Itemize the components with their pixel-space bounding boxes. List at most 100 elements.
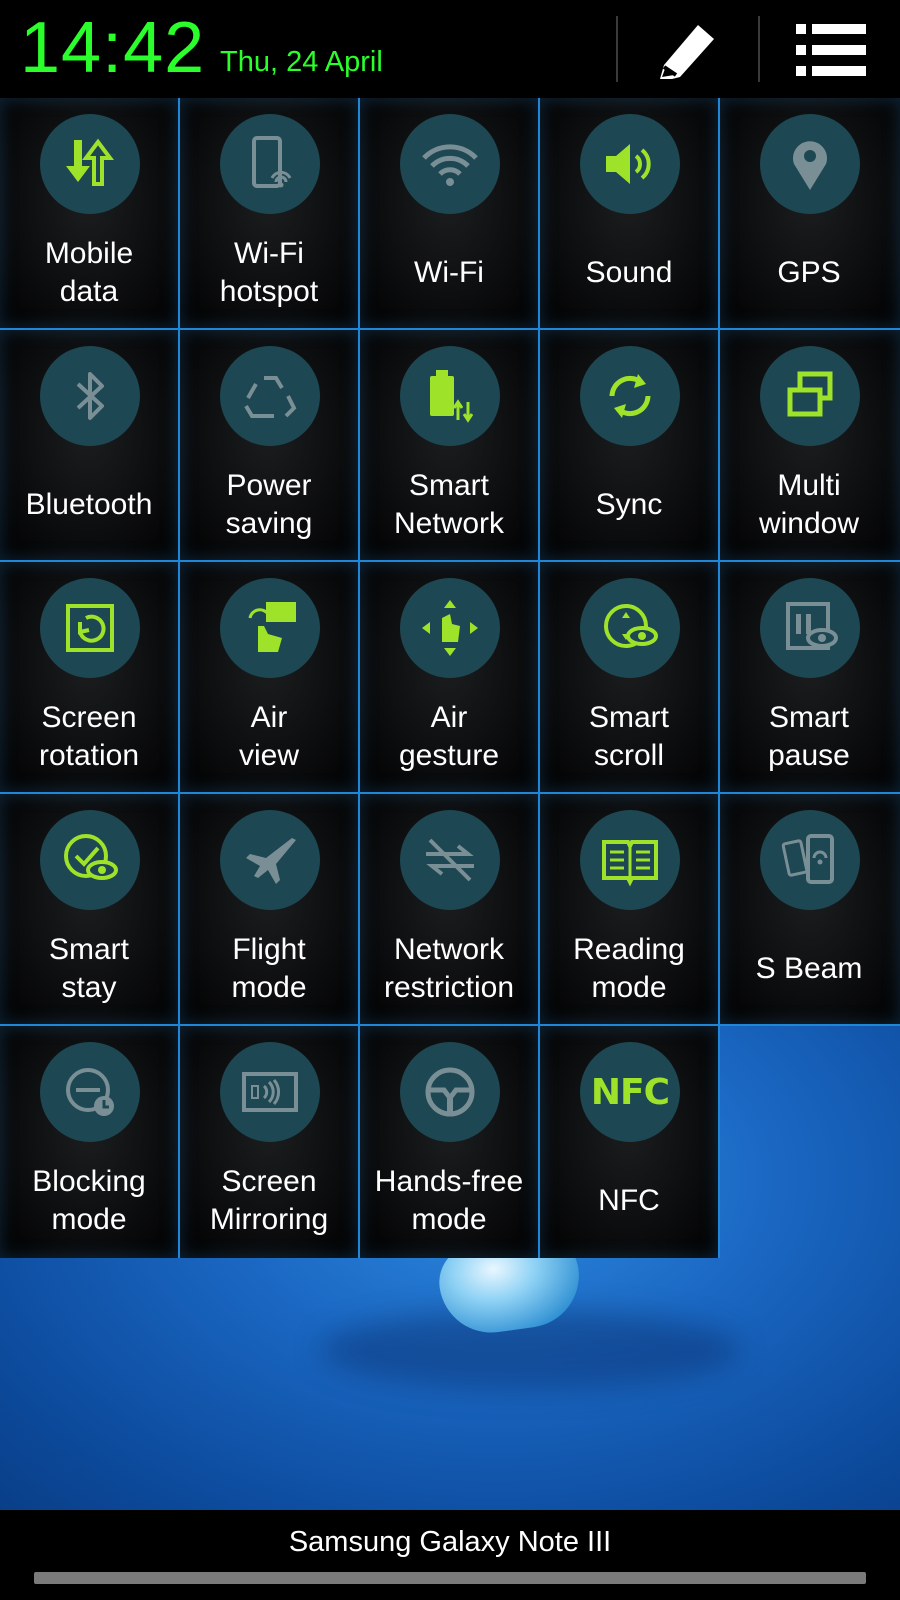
hands-free-mode-icon [418,1060,482,1124]
toggle-label: Hands-free mode [374,1165,524,1236]
toggle-smart-network[interactable]: Smart Network [360,330,540,562]
toggle-label: Smart stay [48,933,129,1004]
sync-icon [598,364,662,428]
toggle-wifi[interactable]: Wi-Fi [360,98,540,330]
screen-mirroring-icon [238,1060,302,1124]
toggle-air-gesture[interactable]: Air gesture [360,562,540,794]
toggle-nfc[interactable]: NFC NFC [540,1026,720,1258]
toggle-sound[interactable]: Sound [540,98,720,330]
gps-icon [778,132,842,196]
panel-drag-handle[interactable] [34,1572,866,1584]
toggle-smart-pause[interactable]: Smart pause [720,562,900,794]
toggle-icon-circle [40,1042,140,1142]
toggle-label: Wi-Fi hotspot [219,237,319,308]
toggle-icon-circle [400,1042,500,1142]
toggle-hands-free-mode[interactable]: Hands-free mode [360,1026,540,1258]
toggle-wifi-hotspot[interactable]: Wi-Fi hotspot [180,98,360,330]
toggle-icon-circle [760,114,860,214]
toggle-icon-circle [220,810,320,910]
mobile-data-icon [58,132,122,196]
toggle-smart-scroll[interactable]: Smart scroll [540,562,720,794]
toggle-bluetooth[interactable]: Bluetooth [0,330,180,562]
toggle-label: Sound [585,256,673,289]
toggle-label: Wi-Fi [414,256,484,289]
toggle-label: Sync [595,488,663,521]
toggle-label: Mobile data [44,237,134,308]
toggle-reading-mode[interactable]: Reading mode [540,794,720,1026]
blocking-mode-icon [58,1060,122,1124]
smart-pause-icon [778,596,842,660]
toggle-icon-circle [40,578,140,678]
toggle-multi-window[interactable]: Multi window [720,330,900,562]
toggle-blocking-mode[interactable]: Blocking mode [0,1026,180,1258]
toggle-screen-rotation[interactable]: Screen rotation [0,562,180,794]
sound-icon [598,132,662,196]
nfc-icon: NFC [590,1071,670,1113]
toggle-label: Blocking mode [32,1165,146,1236]
clock: 14:42 [20,8,206,88]
toggle-icon-circle [580,810,680,910]
toggle-icon-circle: NFC [580,1042,680,1142]
toggle-icon-circle [580,578,680,678]
multi-window-icon [778,364,842,428]
toggle-icon-circle [760,810,860,910]
toggle-smart-stay[interactable]: Smart stay [0,794,180,1026]
toggle-label: S Beam [755,952,863,985]
toggle-icon-circle [580,114,680,214]
toggle-icon-circle [400,114,500,214]
toggle-label: Smart pause [768,701,850,772]
notification-footer: Samsung Galaxy Note III [0,1510,900,1600]
toggle-mobile-data[interactable]: Mobile data [0,98,180,330]
toggle-label: Multi window [758,469,860,540]
toggle-label: GPS [777,256,841,289]
air-view-icon [238,596,302,660]
toggle-icon-circle [40,346,140,446]
toggle-icon-circle [580,346,680,446]
carrier-label: Samsung Galaxy Note III [288,1526,612,1558]
toggle-gps[interactable]: GPS [720,98,900,330]
pencil-icon [654,17,724,83]
toggle-icon-circle [400,578,500,678]
toggle-flight-mode[interactable]: Flight mode [180,794,360,1026]
toggle-icon-circle [760,578,860,678]
toggle-network-restriction[interactable]: Network restriction [360,794,540,1026]
flight-mode-icon [238,828,302,892]
screen-rotation-icon [58,596,122,660]
toggle-sync[interactable]: Sync [540,330,720,562]
network-restriction-icon [418,828,482,892]
toggle-label: Screen Mirroring [209,1165,329,1236]
toggle-label: Bluetooth [25,488,153,521]
toggle-icon-circle [40,810,140,910]
toggle-power-saving[interactable]: Power saving [180,330,360,562]
toggle-screen-mirroring[interactable]: Screen Mirroring [180,1026,360,1258]
header-divider [616,16,618,82]
toggle-icon-circle [220,1042,320,1142]
notification-header: 14:42 Thu, 24 April [0,0,900,98]
power-saving-icon [238,364,302,428]
settings-menu-button[interactable] [786,10,876,90]
bluetooth-icon [58,364,122,428]
toggle-icon-circle [400,346,500,446]
toggle-label: Air view [238,701,299,772]
list-icon [796,24,866,76]
toggle-icon-circle [760,346,860,446]
reading-mode-icon [598,828,662,892]
toggle-label: Air gesture [398,701,500,772]
header-divider [758,16,760,82]
toggle-label: Flight mode [231,933,307,1004]
toggle-icon-circle [400,810,500,910]
toggle-s-beam[interactable]: S Beam [720,794,900,1026]
toggle-icon-circle [220,346,320,446]
wifi-hotspot-icon [238,132,302,196]
date-label[interactable]: Thu, 24 April [220,44,383,80]
wifi-icon [418,132,482,196]
toggle-label: Screen rotation [38,701,140,772]
toggle-icon-circle [220,578,320,678]
edit-button[interactable] [644,10,734,90]
toggle-air-view[interactable]: Air view [180,562,360,794]
toggle-icon-circle [40,114,140,214]
toggle-label: Power saving [225,469,313,540]
toggle-label: Smart scroll [588,701,669,772]
air-gesture-icon [418,596,482,660]
toggle-label: Network restriction [383,933,515,1004]
